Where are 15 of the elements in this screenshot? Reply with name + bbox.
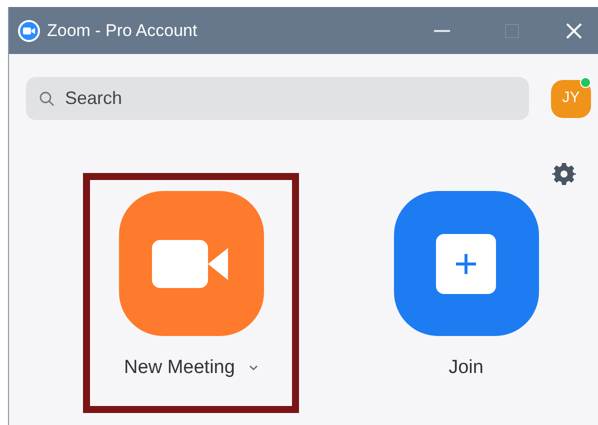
plus-icon	[436, 234, 496, 294]
app-logo-icon	[17, 18, 41, 42]
settings-icon[interactable]	[552, 162, 576, 186]
video-camera-icon	[152, 240, 230, 288]
close-icon	[566, 22, 582, 38]
search-field[interactable]: Search	[26, 77, 529, 120]
caret-icon[interactable]	[248, 365, 258, 372]
minimize-icon	[434, 30, 450, 32]
avatar[interactable]: JY	[551, 80, 591, 118]
join-button[interactable]	[394, 191, 538, 336]
new-meeting-button[interactable]	[118, 191, 264, 336]
action-label: New Meeting	[124, 356, 235, 380]
window-title: Zoom - Pro Account	[47, 20, 198, 42]
action-label: Join	[448, 356, 484, 380]
search-icon	[39, 91, 55, 107]
